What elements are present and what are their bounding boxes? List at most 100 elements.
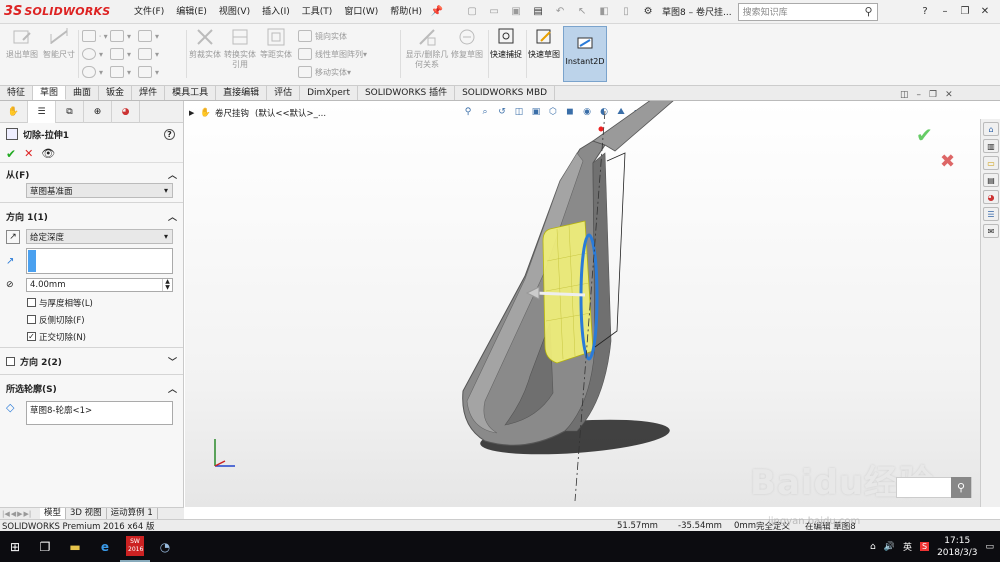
- from-section-header[interactable]: 从(F) ︿: [0, 165, 183, 183]
- ime-indicator[interactable]: 英: [903, 540, 912, 553]
- flip-side-option[interactable]: 反侧切除(F): [27, 313, 183, 326]
- tab-solidworks-addins[interactable]: SOLIDWORKS 插件: [358, 86, 456, 100]
- last-tab-icon[interactable]: ▶|: [24, 510, 32, 518]
- search-icon[interactable]: ⚲: [865, 5, 873, 18]
- tab-features[interactable]: 特征: [0, 86, 34, 100]
- minimize-icon[interactable]: –: [936, 3, 954, 21]
- from-select[interactable]: 草图基准面 ▾: [26, 183, 173, 198]
- tab-solidworks-mbd[interactable]: SOLIDWORKS MBD: [455, 86, 556, 100]
- solidworks-taskbar-icon[interactable]: SW 2016: [120, 531, 150, 562]
- selected-contours-list[interactable]: 草图8-轮廓<1>: [26, 401, 173, 425]
- arc-tool[interactable]: ▾: [110, 46, 131, 62]
- tab-3d-views[interactable]: 3D 视图: [66, 508, 107, 519]
- menu-help[interactable]: 帮助(H): [384, 0, 428, 24]
- edge-browser-icon[interactable]: e: [90, 531, 120, 562]
- solidworks-resources-icon[interactable]: ⌂: [983, 122, 999, 136]
- help-dropdown-icon[interactable]: ?: [916, 3, 934, 21]
- menu-file[interactable]: 文件(F): [128, 0, 170, 24]
- configuration-manager-tab-icon[interactable]: ⧉: [56, 100, 84, 123]
- pin-icon[interactable]: 📌: [428, 6, 446, 17]
- tile-icon[interactable]: ◫: [900, 90, 909, 100]
- graphics-area[interactable]: ▶ ✋ 卷尺挂钩 (默认<<默认>_... ⚲ ⌕ ↺ ◫ ▣ ⬡ ◼ ◉ ◐ …: [185, 101, 980, 507]
- prev-tab-icon[interactable]: ◀: [11, 510, 16, 518]
- app-taskbar-icon[interactable]: ◔: [150, 531, 180, 562]
- save-icon[interactable]: ▣: [506, 3, 526, 21]
- rebuild-icon[interactable]: ◧: [594, 3, 614, 21]
- tab-sheet-metal[interactable]: 钣金: [99, 86, 133, 100]
- extrude-direction-arrow[interactable]: [534, 291, 586, 297]
- instant2d-button[interactable]: Instant2D: [563, 26, 607, 82]
- options-gear-icon[interactable]: ⚙: [638, 3, 658, 21]
- rapid-sketch-button[interactable]: 快速草图: [528, 26, 560, 82]
- clock[interactable]: 17:15 2018/3/3: [937, 535, 977, 559]
- slot-tool[interactable]: ▾: [82, 64, 103, 80]
- tab-surfaces[interactable]: 曲面: [66, 86, 100, 100]
- selected-contours-section-header[interactable]: 所选轮廓(S) ︿: [0, 379, 183, 397]
- appearances-icon[interactable]: ◕: [983, 190, 999, 204]
- spline-tool[interactable]: ▾: [138, 28, 159, 44]
- tab-mold-tools[interactable]: 模具工具: [165, 86, 217, 100]
- direction1-section-header[interactable]: 方向 1(1) ︿: [0, 207, 183, 225]
- tab-dimxpert[interactable]: DimXpert: [300, 86, 358, 100]
- mirror-entities-button[interactable]: 镜向实体: [298, 28, 347, 44]
- forum-icon[interactable]: ✉: [983, 224, 999, 238]
- quick-snaps-button[interactable]: 快速捕捉: [490, 26, 522, 82]
- model-graphics[interactable]: [185, 101, 980, 507]
- normal-cut-checkbox[interactable]: ✓: [27, 332, 36, 341]
- tab-sketch[interactable]: 草图: [33, 86, 67, 100]
- expand-chevron-icon[interactable]: ﹀: [168, 355, 177, 368]
- display-manager-tab-icon[interactable]: ◕: [112, 100, 140, 123]
- search-input[interactable]: 搜索知识库 ⚲: [737, 2, 878, 21]
- file-properties-icon[interactable]: ▯: [616, 3, 636, 21]
- select-icon[interactable]: ↖: [572, 3, 592, 21]
- depth-input[interactable]: 4.00mm ▲ ▼: [26, 278, 173, 292]
- restore-icon[interactable]: ❐: [956, 3, 974, 21]
- print-icon[interactable]: ▤: [528, 3, 548, 21]
- fillet-tool[interactable]: ▾: [138, 46, 159, 62]
- rectangle-tool[interactable]: ▾: [110, 28, 131, 44]
- close-doc-icon[interactable]: ✕: [945, 90, 953, 100]
- volume-icon[interactable]: 🔊: [884, 542, 895, 552]
- equal-thickness-checkbox[interactable]: [27, 298, 36, 307]
- confirm-cancel-icon[interactable]: ✖: [940, 151, 960, 172]
- repair-sketch-button[interactable]: 修复草图: [450, 26, 484, 82]
- task-view-icon[interactable]: ❐: [30, 531, 60, 562]
- menu-edit[interactable]: 编辑(E): [170, 0, 213, 24]
- tab-motion-study[interactable]: 运动算例 1: [107, 508, 158, 519]
- restore-doc-icon[interactable]: ❐: [929, 90, 937, 100]
- input-method-icon[interactable]: S: [919, 542, 930, 551]
- property-manager-tab-icon[interactable]: ☰: [28, 100, 56, 123]
- network-icon[interactable]: ⌂: [870, 542, 876, 552]
- spinner-arrows-icon[interactable]: ▲ ▼: [162, 279, 172, 291]
- equal-thickness-option[interactable]: 与厚度相等(L): [27, 296, 183, 309]
- custom-properties-icon[interactable]: ☰: [983, 207, 999, 221]
- menu-window[interactable]: 窗口(W): [338, 0, 384, 24]
- flip-side-checkbox[interactable]: [27, 315, 36, 324]
- file-explorer-taskbar-icon[interactable]: ▬: [60, 531, 90, 562]
- design-library-icon[interactable]: ▥: [983, 139, 999, 153]
- view-palette-icon[interactable]: ▤: [983, 173, 999, 187]
- ok-check-icon[interactable]: ✔: [6, 147, 16, 161]
- display-delete-relations-button[interactable]: 显示/删除几何关系: [404, 26, 450, 82]
- trim-entities-button[interactable]: 剪裁实体: [188, 26, 222, 82]
- smart-dimension-button[interactable]: 智能尺寸: [42, 26, 76, 82]
- text-tool[interactable]: ▾: [138, 64, 159, 80]
- collapse-chevron-icon[interactable]: ︿: [168, 168, 177, 181]
- next-tab-icon[interactable]: ▶: [17, 510, 22, 518]
- close-icon[interactable]: ✕: [976, 3, 994, 21]
- notifications-icon[interactable]: ▭: [985, 542, 994, 552]
- cancel-x-icon[interactable]: ✕: [24, 147, 33, 160]
- exit-sketch-button[interactable]: 退出草图: [4, 26, 40, 82]
- collapse-chevron-icon[interactable]: ︿: [168, 382, 177, 395]
- linear-pattern-button[interactable]: 线性草图阵列 ▾: [298, 46, 367, 62]
- dimxpert-manager-tab-icon[interactable]: ⊕: [84, 100, 112, 123]
- tab-direct-editing[interactable]: 直接编辑: [216, 86, 268, 100]
- confirm-ok-icon[interactable]: ✔: [916, 123, 960, 147]
- direction2-section-header[interactable]: 方向 2(2) ﹀: [0, 352, 183, 370]
- convert-entities-button[interactable]: 转换实体引用: [222, 26, 258, 82]
- feature-manager-tab-icon[interactable]: ✋: [0, 100, 28, 123]
- first-tab-icon[interactable]: |◀: [2, 510, 10, 518]
- menu-view[interactable]: 视图(V): [213, 0, 256, 24]
- direction2-checkbox[interactable]: [6, 356, 15, 366]
- tab-navigation[interactable]: |◀ ◀ ▶ ▶|: [0, 510, 40, 518]
